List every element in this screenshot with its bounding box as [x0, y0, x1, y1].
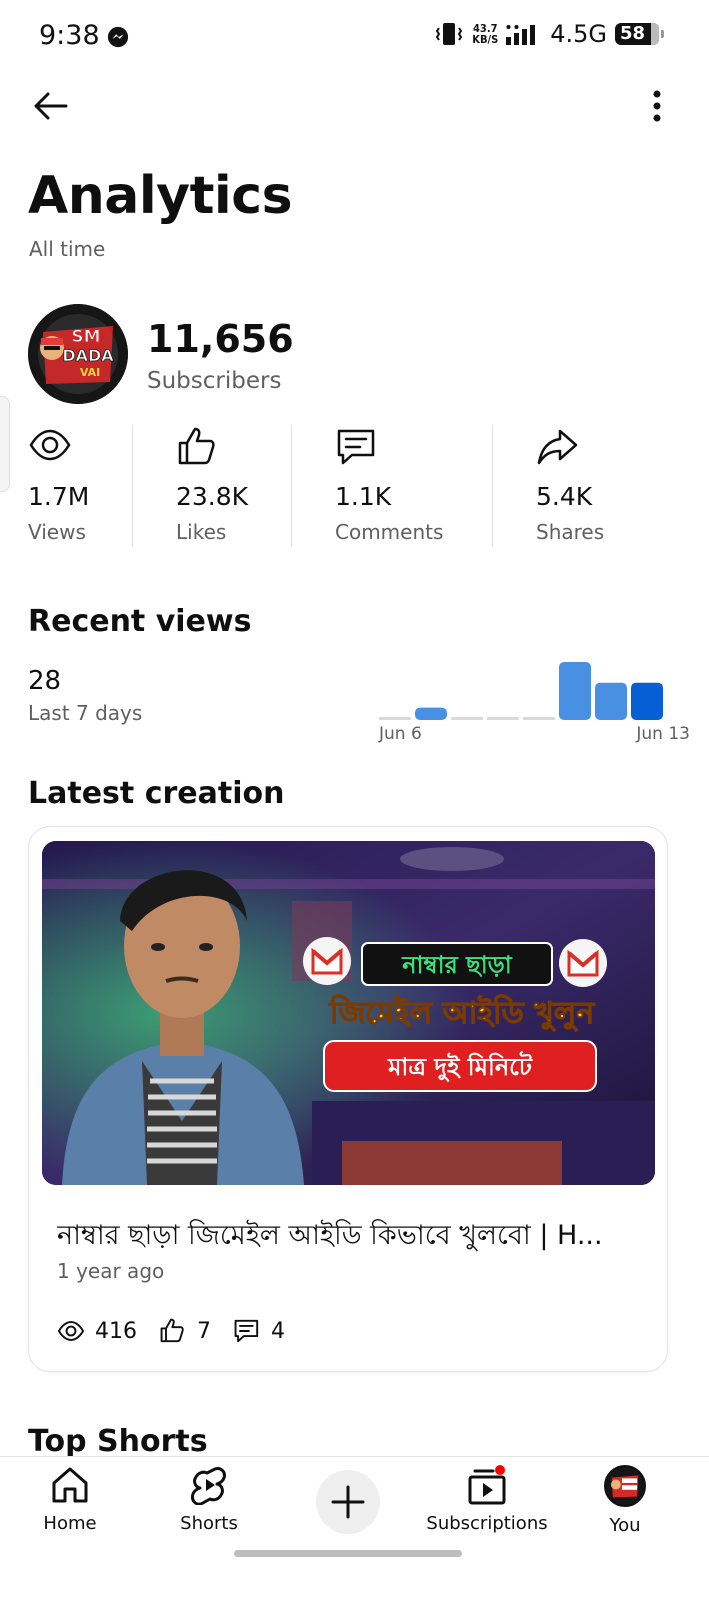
notification-dot — [495, 1465, 505, 1475]
chart-bar — [487, 717, 519, 720]
home-indicator — [234, 1550, 462, 1557]
create-button[interactable] — [316, 1470, 380, 1534]
stat-value: 1.1K — [335, 482, 392, 511]
latest-creation-title: Latest creation — [28, 776, 285, 811]
stat-label: Views — [28, 520, 86, 544]
gmail-logo-left — [303, 937, 351, 985]
comment-icon — [234, 1319, 259, 1343]
stat-value: 5.4K — [536, 482, 593, 511]
svg-text:SM: SM — [71, 327, 100, 347]
gmail-logo-right — [559, 939, 607, 987]
latest-video-card[interactable]: নাম্বার ছাড়া জিমেইল আইডি খুলুন মাত্র দু… — [28, 826, 668, 1372]
top-shorts-title: Top Shorts — [28, 1424, 208, 1456]
channel-avatar: SM DADA VAI — [28, 304, 128, 404]
more-vertical-icon — [653, 90, 661, 122]
recent-views-count: 28 — [28, 666, 62, 696]
nav-subscriptions[interactable]: Subscriptions — [417, 1465, 557, 1545]
recent-views-title: Recent views — [28, 604, 252, 639]
recent-views-period: Last 7 days — [28, 701, 143, 725]
home-icon — [52, 1467, 88, 1503]
thumbs-up-icon — [160, 1318, 184, 1343]
svg-text:DADA: DADA — [62, 346, 114, 365]
nav-subscriptions-label: Subscriptions — [426, 1513, 548, 1534]
nav-home[interactable]: Home — [0, 1465, 140, 1545]
profile-avatar — [604, 1465, 646, 1507]
shorts-icon — [191, 1467, 226, 1505]
eye-icon — [29, 429, 71, 461]
video-thumbnail[interactable]: নাম্বার ছাড়া জিমেইল আইডি খুলুন মাত্র দু… — [42, 841, 655, 1185]
more-options-button[interactable] — [635, 84, 679, 128]
nav-home-label: Home — [43, 1513, 97, 1534]
page-title: Analytics — [28, 166, 293, 226]
chart-bar — [415, 707, 447, 720]
thumbs-up-icon — [178, 427, 215, 465]
eye-icon — [57, 1321, 85, 1341]
chart-bar — [631, 682, 663, 720]
subscriber-count: 11,656 — [147, 317, 294, 361]
video-likes: 7 — [197, 1318, 211, 1344]
stat-divider — [291, 425, 292, 547]
network-speed: 43.7 KB/S — [472, 22, 499, 46]
stat-value: 23.8K — [176, 482, 249, 511]
plus-icon — [331, 1485, 365, 1519]
back-button[interactable] — [28, 84, 72, 128]
vibrate-icon — [436, 23, 463, 45]
stat-value: 1.7M — [28, 482, 90, 511]
video-comments: 4 — [271, 1318, 285, 1344]
stats-row: 1.7M Views 23.8K Likes 1.1K Comments 5.4… — [0, 425, 709, 547]
video-views: 416 — [95, 1318, 137, 1344]
subscriptions-icon — [468, 1465, 506, 1505]
status-bar: 9:38 43.7 KB/S 4.5G 58 — [0, 0, 709, 76]
chart-start-label: Jun 6 — [379, 724, 422, 744]
chart-bar — [451, 717, 483, 720]
video-age: 1 year ago — [57, 1259, 165, 1283]
nav-you[interactable]: You — [555, 1465, 695, 1545]
comment-icon — [337, 429, 375, 465]
channel-logo-icon — [606, 1467, 644, 1505]
nav-shorts[interactable]: Shorts — [139, 1465, 279, 1545]
chart-bar — [595, 682, 627, 720]
share-icon — [537, 429, 578, 465]
stat-label: Likes — [176, 520, 227, 544]
chart-bar — [559, 662, 591, 720]
stat-label: Shares — [536, 520, 605, 544]
thumbnail-image: নাম্বার ছাড়া জিমেইল আইডি খুলুন মাত্র দু… — [42, 841, 655, 1185]
svg-text:VAI: VAI — [80, 366, 100, 379]
svg-text:নাম্বার ছাড়া: নাম্বার ছাড়া — [401, 951, 513, 979]
stat-divider — [132, 425, 133, 547]
stat-label: Comments — [335, 520, 444, 544]
network-type: 4.5G — [550, 20, 607, 48]
chart-bar — [379, 717, 411, 720]
channel-logo-icon: SM DADA VAI — [28, 304, 128, 404]
nav-shorts-label: Shorts — [180, 1513, 238, 1534]
subscriber-label: Subscribers — [147, 368, 282, 394]
messenger-icon — [107, 26, 129, 48]
chart-bar — [523, 717, 555, 720]
stat-divider — [492, 425, 493, 547]
battery-icon: 58 — [615, 23, 664, 45]
arrow-left-icon — [34, 92, 68, 120]
svg-text:জিমেইল আইডি খুলুন: জিমেইল আইডি খুলুন — [329, 994, 595, 1032]
video-title[interactable]: নাম্বার ছাড়া জিমেইল আইডি কিভাবে খুলবো |… — [57, 1215, 637, 1260]
signal-icon — [506, 25, 536, 45]
chart-end-label: Jun 13 — [636, 724, 690, 744]
video-stats: 416 7 4 — [57, 1317, 307, 1345]
date-range-label: All time — [29, 237, 106, 261]
nav-you-label: You — [609, 1515, 641, 1536]
status-time: 9:38 — [39, 20, 100, 51]
bottom-navigation: Home Shorts Subscriptions You — [0, 1456, 709, 1600]
svg-text:মাত্র দুই মিনিটে: মাত্র দুই মিনিটে — [387, 1051, 533, 1082]
